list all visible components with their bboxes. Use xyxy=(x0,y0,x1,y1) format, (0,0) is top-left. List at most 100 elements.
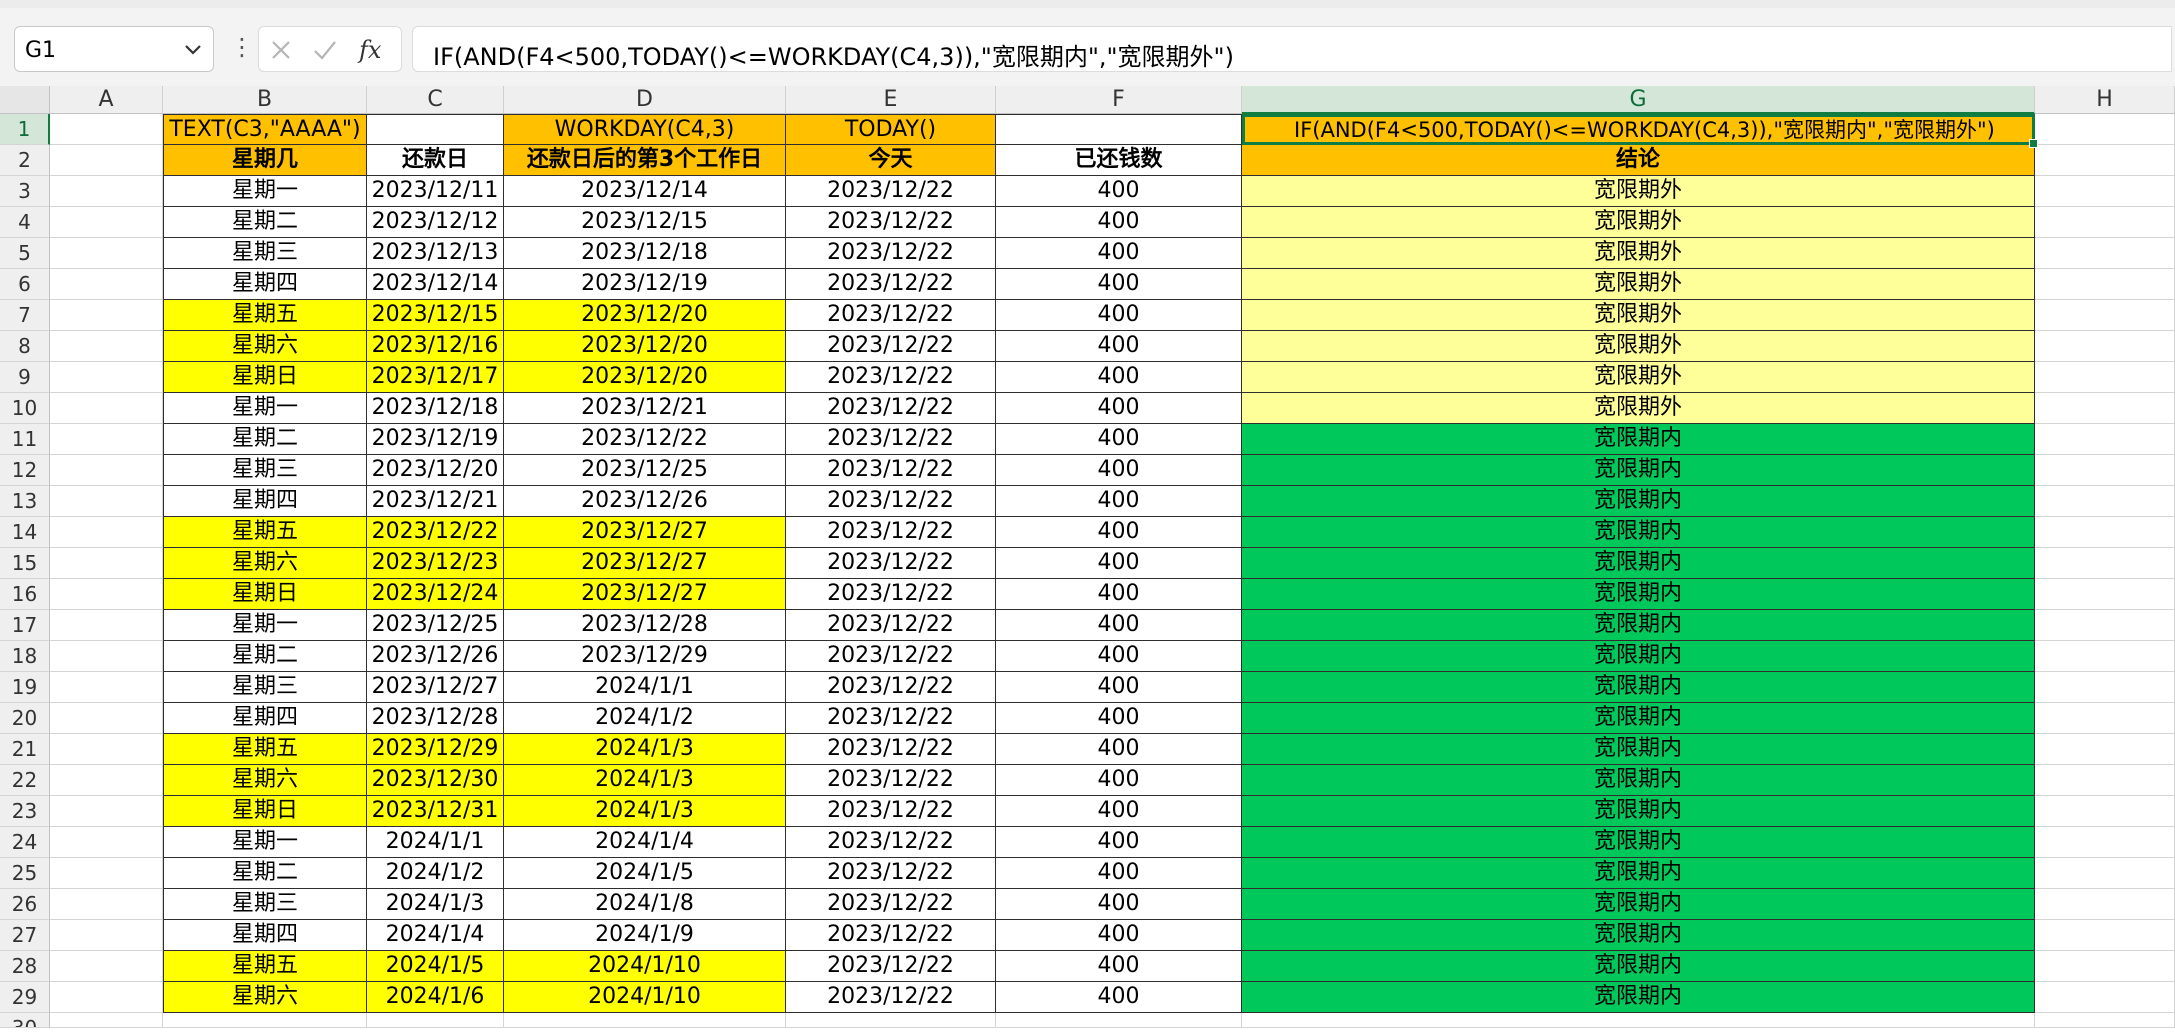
table-cell-f[interactable]: 400 xyxy=(996,269,1242,300)
table-cell-f[interactable]: 400 xyxy=(996,455,1242,486)
table-cell-g[interactable]: 宽限期内 xyxy=(1242,610,2035,641)
empty-cell[interactable] xyxy=(2035,1013,2175,1028)
table-cell-g[interactable]: 宽限期外 xyxy=(1242,300,2035,331)
cell-h[interactable] xyxy=(2035,517,2175,548)
empty-cell[interactable] xyxy=(786,1013,996,1028)
table-cell-f[interactable]: 400 xyxy=(996,920,1242,951)
table-cell-b[interactable]: 星期三 xyxy=(163,672,367,703)
table-cell-c[interactable]: 2023/12/25 xyxy=(367,610,504,641)
table-cell-d[interactable]: 2023/12/14 xyxy=(504,176,786,207)
table-cell-e[interactable]: 2023/12/22 xyxy=(786,796,996,827)
cell-b1[interactable]: TEXT(C3,"AAAA") xyxy=(163,114,367,145)
table-cell-f[interactable]: 400 xyxy=(996,424,1242,455)
name-box[interactable]: G1 xyxy=(14,26,214,72)
table-cell-c[interactable]: 2023/12/27 xyxy=(367,672,504,703)
table-cell-e[interactable]: 2023/12/22 xyxy=(786,424,996,455)
table-cell-f[interactable]: 400 xyxy=(996,238,1242,269)
cell-a[interactable] xyxy=(50,672,163,703)
table-cell-e[interactable]: 2023/12/22 xyxy=(786,858,996,889)
table-cell-c[interactable]: 2024/1/3 xyxy=(367,889,504,920)
cell-h[interactable] xyxy=(2035,238,2175,269)
cell-h[interactable] xyxy=(2035,610,2175,641)
table-cell-c[interactable]: 2023/12/18 xyxy=(367,393,504,424)
cell-a[interactable] xyxy=(50,331,163,362)
table-cell-b[interactable]: 星期六 xyxy=(163,548,367,579)
cell-h[interactable] xyxy=(2035,486,2175,517)
table-cell-c[interactable]: 2023/12/14 xyxy=(367,269,504,300)
table-cell-e[interactable]: 2023/12/22 xyxy=(786,920,996,951)
table-cell-c[interactable]: 2024/1/1 xyxy=(367,827,504,858)
table-cell-d[interactable]: 2023/12/27 xyxy=(504,548,786,579)
table-cell-b[interactable]: 星期三 xyxy=(163,238,367,269)
cell-h[interactable] xyxy=(2035,765,2175,796)
vertical-dots-icon[interactable]: ⋮ xyxy=(230,32,254,68)
table-cell-e[interactable]: 2023/12/22 xyxy=(786,703,996,734)
table-cell-b[interactable]: 星期三 xyxy=(163,455,367,486)
cell-h[interactable] xyxy=(2035,889,2175,920)
table-cell-d[interactable]: 2023/12/19 xyxy=(504,269,786,300)
table-cell-b[interactable]: 星期六 xyxy=(163,765,367,796)
table-cell-d[interactable]: 2023/12/27 xyxy=(504,579,786,610)
column-header-b[interactable]: B xyxy=(163,86,367,114)
cell-h[interactable] xyxy=(2035,734,2175,765)
table-cell-e[interactable]: 2023/12/22 xyxy=(786,641,996,672)
table-cell-b[interactable]: 星期六 xyxy=(163,331,367,362)
cell-h1[interactable] xyxy=(2035,114,2175,145)
cell-a[interactable] xyxy=(50,734,163,765)
row-header[interactable]: 15 xyxy=(0,548,50,579)
table-cell-g[interactable]: 宽限期内 xyxy=(1242,858,2035,889)
table-cell-b[interactable]: 星期四 xyxy=(163,703,367,734)
table-cell-e[interactable]: 2023/12/22 xyxy=(786,455,996,486)
table-cell-d[interactable]: 2023/12/18 xyxy=(504,238,786,269)
checkmark-icon[interactable] xyxy=(311,36,339,64)
table-cell-c[interactable]: 2023/12/28 xyxy=(367,703,504,734)
cell-a[interactable] xyxy=(50,517,163,548)
cell-a[interactable] xyxy=(50,455,163,486)
row-header[interactable]: 27 xyxy=(0,920,50,951)
table-cell-c[interactable]: 2023/12/29 xyxy=(367,734,504,765)
cell-d1[interactable]: WORKDAY(C4,3) xyxy=(504,114,786,145)
row-header[interactable]: 6 xyxy=(0,269,50,300)
column-header-c[interactable]: C xyxy=(367,86,504,114)
table-cell-d[interactable]: 2024/1/8 xyxy=(504,889,786,920)
row-header[interactable]: 9 xyxy=(0,362,50,393)
table-cell-b[interactable]: 星期四 xyxy=(163,486,367,517)
table-cell-d[interactable]: 2023/12/28 xyxy=(504,610,786,641)
cell-a[interactable] xyxy=(50,703,163,734)
table-cell-d[interactable]: 2023/12/27 xyxy=(504,517,786,548)
row-header-2[interactable]: 2 xyxy=(0,145,50,176)
column-header-f[interactable]: F xyxy=(996,86,1242,114)
table-cell-f[interactable]: 400 xyxy=(996,486,1242,517)
table-cell-g[interactable]: 宽限期外 xyxy=(1242,269,2035,300)
table-cell-f[interactable]: 400 xyxy=(996,331,1242,362)
table-cell-f[interactable]: 400 xyxy=(996,889,1242,920)
table-cell-g[interactable]: 宽限期外 xyxy=(1242,238,2035,269)
cell-a[interactable] xyxy=(50,858,163,889)
table-cell-e[interactable]: 2023/12/22 xyxy=(786,331,996,362)
row-header[interactable]: 28 xyxy=(0,951,50,982)
table-cell-c[interactable]: 2023/12/21 xyxy=(367,486,504,517)
cell-a1[interactable] xyxy=(50,114,163,145)
cell-h[interactable] xyxy=(2035,703,2175,734)
cell-a[interactable] xyxy=(50,393,163,424)
table-cell-d[interactable]: 2024/1/3 xyxy=(504,796,786,827)
cell-h[interactable] xyxy=(2035,827,2175,858)
table-cell-f[interactable]: 400 xyxy=(996,610,1242,641)
table-cell-g[interactable]: 宽限期内 xyxy=(1242,982,2035,1013)
table-cell-b[interactable]: 星期一 xyxy=(163,176,367,207)
table-cell-g[interactable]: 宽限期内 xyxy=(1242,672,2035,703)
cell-h[interactable] xyxy=(2035,548,2175,579)
header-cell-g[interactable]: 结论 xyxy=(1242,145,2035,176)
table-cell-e[interactable]: 2023/12/22 xyxy=(786,951,996,982)
table-cell-e[interactable]: 2023/12/22 xyxy=(786,827,996,858)
cell-a[interactable] xyxy=(50,982,163,1013)
cell-h[interactable] xyxy=(2035,796,2175,827)
table-cell-f[interactable]: 400 xyxy=(996,672,1242,703)
table-cell-e[interactable]: 2023/12/22 xyxy=(786,982,996,1013)
cell-h[interactable] xyxy=(2035,424,2175,455)
table-cell-b[interactable]: 星期日 xyxy=(163,796,367,827)
table-cell-d[interactable]: 2024/1/3 xyxy=(504,765,786,796)
table-cell-b[interactable]: 星期五 xyxy=(163,951,367,982)
table-cell-b[interactable]: 星期二 xyxy=(163,424,367,455)
row-header[interactable]: 17 xyxy=(0,610,50,641)
